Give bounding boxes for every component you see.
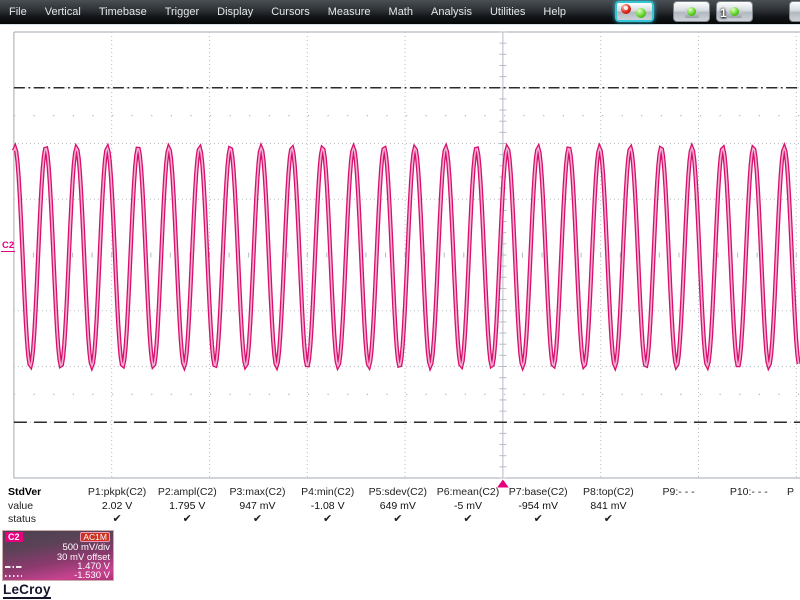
menu-display[interactable]: Display <box>208 0 262 24</box>
measure-status-check: ✔ <box>603 513 614 525</box>
measure-column-p3: P3:max(C2) 947 mV ✔ <box>222 486 292 527</box>
measure-param-value: 649 mV <box>379 499 416 512</box>
measure-param-value: 1.795 V <box>169 499 206 512</box>
channel-c2-descriptor-box[interactable]: C2 AC1M 500 mV/div 30 mV offset 1.470 V … <box>2 530 114 581</box>
measure-param-value <box>644 500 714 514</box>
cursor2-level: -1.530 V <box>74 570 110 582</box>
measure-status-check: ✔ <box>182 513 192 525</box>
measure-param-value: -954 mV <box>518 499 559 512</box>
dashdot-line-icon <box>5 565 22 568</box>
menu-help[interactable]: Help <box>534 0 575 24</box>
measure-row-label-value: value <box>8 499 34 512</box>
measure-param-label[interactable]: P6:mean(C2) <box>433 486 503 500</box>
measure-param-label[interactable]: P9:- - - <box>644 486 714 500</box>
measurement-table: StdVer value status P1:pkpk(C2) 2.02 V ✔… <box>0 486 800 527</box>
menu-measure[interactable]: Measure <box>319 0 380 24</box>
menu-cursors[interactable]: Cursors <box>262 0 319 24</box>
measure-param-label[interactable]: P3:max(C2) <box>222 486 292 500</box>
display-lamp-icon <box>727 5 742 18</box>
display-lamp-icon <box>684 5 699 18</box>
measure-column-p2: P2:ampl(C2) 1.795 V ✔ <box>152 486 222 527</box>
measure-column-p7: P7:base(C2) -954 mV ✔ <box>503 486 573 527</box>
measure-column-p4: P4:min(C2) -1.08 V ✔ <box>293 486 363 527</box>
measure-status-check: ✔ <box>393 513 403 525</box>
measure-param-value: 841 mV <box>590 499 627 512</box>
measure-column-p5: P5:sdev(C2) 649 mV ✔ <box>363 486 433 527</box>
measure-param-label[interactable]: P1:pkpk(C2) <box>82 486 152 500</box>
measure-column-p9: P9:- - - <box>644 486 714 527</box>
measure-status-check <box>714 513 784 527</box>
measure-status-check: ✔ <box>533 513 543 525</box>
channel-id-badge: C2 <box>5 532 23 542</box>
display-button-clipped[interactable] <box>789 1 800 22</box>
measure-status-check: ✔ <box>112 513 122 525</box>
measure-param-label[interactable]: P8:top(C2) <box>573 486 643 500</box>
timer-capture-button[interactable] <box>615 1 654 22</box>
menu-vertical[interactable]: Vertical <box>36 0 90 24</box>
measure-corner-label: StdVer <box>8 486 42 498</box>
measure-param-value <box>714 500 784 514</box>
measure-param-value: 2.02 V <box>101 499 133 512</box>
lecroy-logo: LeCroy <box>3 582 51 599</box>
coupling-badge: AC1M <box>80 532 110 542</box>
menu-utilities[interactable]: Utilities <box>481 0 534 24</box>
measure-param-label[interactable]: P2:ampl(C2) <box>152 486 222 500</box>
measure-status-check: ✔ <box>323 513 333 525</box>
menu-math[interactable]: Math <box>380 0 422 24</box>
measure-status-check <box>644 513 714 527</box>
measure-param-label[interactable]: P4:min(C2) <box>293 486 363 500</box>
measure-row-label-status: status <box>8 513 37 525</box>
menu-analysis[interactable]: Analysis <box>422 0 481 24</box>
measure-param-label[interactable]: P5:sdev(C2) <box>363 486 433 500</box>
menu-file[interactable]: File <box>0 0 36 24</box>
menu-trigger[interactable]: Trigger <box>156 0 208 24</box>
measure-param-value: -5 mV <box>454 499 483 512</box>
measure-row-labels: StdVer value status <box>0 486 82 527</box>
measure-column-clipped: P <box>787 486 795 498</box>
measure-column-p10: P10:- - - <box>714 486 784 527</box>
dotted-line-icon <box>5 575 22 578</box>
measure-status-check: ✔ <box>252 513 263 525</box>
measure-param-label[interactable]: P7:base(C2) <box>503 486 573 500</box>
measure-param-value: 947 mV <box>239 499 276 512</box>
menu-timebase[interactable]: Timebase <box>90 0 156 24</box>
green-lamp-icon <box>636 8 646 18</box>
display-button-1[interactable]: 1 <box>716 1 753 22</box>
measure-column-p8: P8:top(C2) 841 mV ✔ <box>573 486 643 527</box>
channel-c2-level-marker[interactable]: C2 <box>1 240 16 252</box>
measure-column-p1: P1:pkpk(C2) 2.02 V ✔ <box>82 486 152 527</box>
display-button-a[interactable] <box>673 1 710 22</box>
button-number-label: 1 <box>720 6 727 20</box>
measure-status-check: ✔ <box>463 513 473 525</box>
measure-column-p6: P6:mean(C2) -5 mV ✔ <box>433 486 503 527</box>
measure-param-label[interactable]: P10:- - - <box>714 486 784 500</box>
alarm-clock-icon <box>621 4 631 14</box>
measure-param-value: -1.08 V <box>310 499 345 512</box>
